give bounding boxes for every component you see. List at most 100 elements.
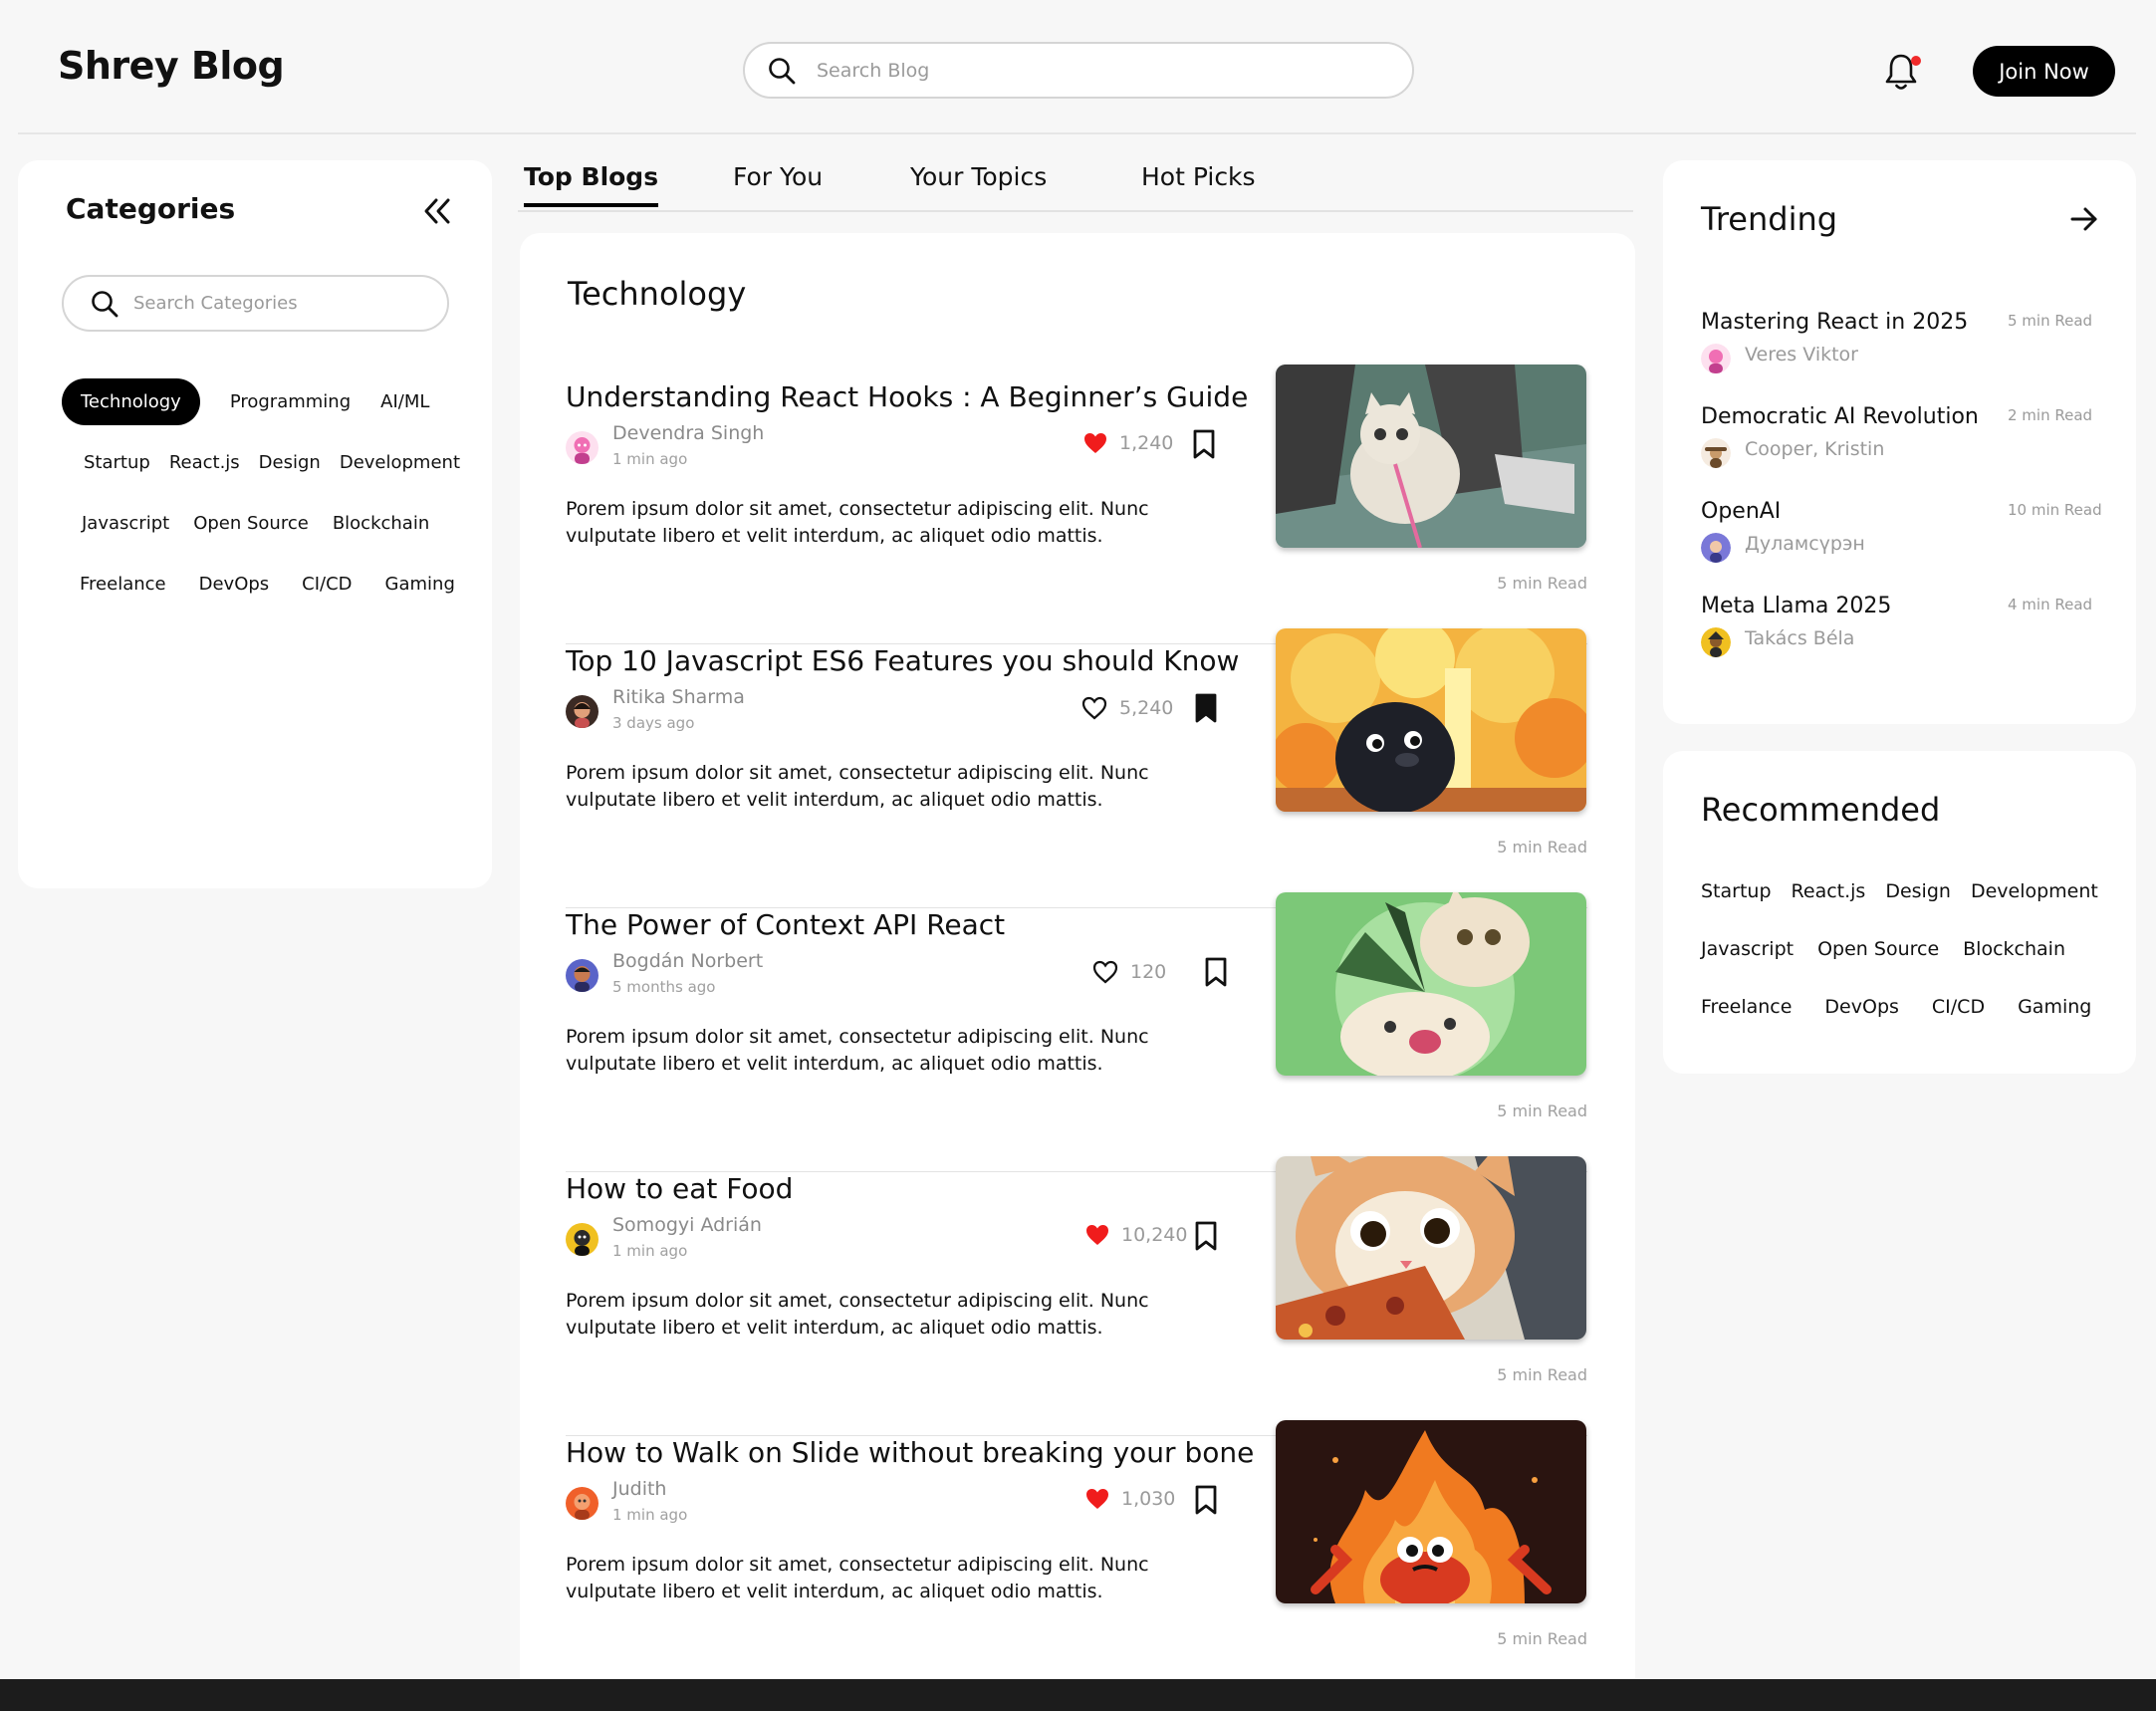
trending-item-title[interactable]: OpenAI bbox=[1701, 499, 1781, 524]
notifications-button[interactable] bbox=[1883, 52, 1923, 96]
post-thumbnail[interactable] bbox=[1276, 365, 1586, 548]
tab-top-blogs[interactable]: Top Blogs bbox=[524, 162, 659, 207]
tab-hot-picks[interactable]: Hot Picks bbox=[1141, 162, 1256, 191]
post-title[interactable]: How to Walk on Slide without breaking yo… bbox=[566, 1436, 1254, 1469]
trending-item-title[interactable]: Mastering React in 2025 bbox=[1701, 310, 1968, 335]
post-time: 1 min ago bbox=[612, 1242, 688, 1260]
trending-author[interactable]: Takács Béla bbox=[1745, 627, 1854, 649]
trending-item[interactable]: Mastering React in 2025 5 min Read Veres… bbox=[1701, 310, 2109, 379]
like-button[interactable]: 1,240 bbox=[1083, 432, 1173, 454]
trending-item[interactable]: Meta Llama 2025 4 min Read Takács Béla bbox=[1701, 594, 2109, 663]
brand-logo[interactable]: Shrey Blog bbox=[58, 44, 285, 88]
post-excerpt: Porem ipsum dolor sit amet, consectetur … bbox=[566, 1026, 1149, 1075]
footer-bar bbox=[0, 1679, 2156, 1711]
blog-post-card[interactable]: How to eat Food Somogyi Adrián 1 min ago… bbox=[566, 1156, 1587, 1436]
recommended-chip-design[interactable]: Design bbox=[1885, 880, 1951, 902]
bookmark-icon[interactable] bbox=[1203, 956, 1229, 988]
recommended-chip-reactjs[interactable]: React.js bbox=[1792, 880, 1866, 902]
category-search-bar[interactable] bbox=[62, 275, 449, 332]
post-excerpt: Porem ipsum dolor sit amet, consectetur … bbox=[566, 1290, 1149, 1339]
post-author[interactable]: Somogyi Adrián bbox=[612, 1214, 762, 1236]
recommended-chip-freelance[interactable]: Freelance bbox=[1701, 996, 1792, 1018]
category-chip-blockchain[interactable]: Blockchain bbox=[333, 513, 429, 534]
trending-author[interactable]: Veres Viktor bbox=[1745, 344, 1858, 366]
blog-post-card[interactable]: How to Walk on Slide without breaking yo… bbox=[566, 1420, 1587, 1700]
search-icon bbox=[92, 290, 119, 317]
tab-for-you[interactable]: For You bbox=[733, 162, 823, 191]
trending-item[interactable]: OpenAI 10 min Read Дуламсүрэн bbox=[1701, 499, 2109, 569]
trending-read-time: 5 min Read bbox=[2008, 312, 2093, 330]
like-count: 1,240 bbox=[1119, 432, 1174, 454]
search-input[interactable] bbox=[817, 59, 1374, 82]
category-chip-ci-cd[interactable]: CI/CD bbox=[302, 574, 352, 595]
categories-panel: Categories Technology Programming AI/ML … bbox=[18, 160, 492, 888]
trending-item[interactable]: Democratic AI Revolution 2 min Read Coop… bbox=[1701, 404, 2109, 474]
bookmark-icon[interactable] bbox=[1193, 1220, 1219, 1252]
recommended-chip-open-source[interactable]: Open Source bbox=[1817, 938, 1939, 960]
post-title[interactable]: Understanding React Hooks : A Beginner’s… bbox=[566, 380, 1248, 413]
post-author[interactable]: Bogdán Norbert bbox=[612, 950, 763, 972]
like-button[interactable]: 5,240 bbox=[1081, 696, 1173, 720]
recommended-chip-javascript[interactable]: Javascript bbox=[1701, 938, 1794, 960]
category-chip-ai-ml[interactable]: AI/ML bbox=[380, 391, 429, 412]
post-thumbnail[interactable] bbox=[1276, 1420, 1586, 1603]
trending-item-title[interactable]: Democratic AI Revolution bbox=[1701, 404, 1979, 429]
trending-item-title[interactable]: Meta Llama 2025 bbox=[1701, 594, 1891, 618]
like-button[interactable]: 1,030 bbox=[1085, 1488, 1175, 1510]
post-author[interactable]: Ritika Sharma bbox=[612, 686, 745, 708]
category-chip-programming[interactable]: Programming bbox=[230, 391, 351, 412]
like-button[interactable]: 120 bbox=[1092, 960, 1166, 984]
post-title[interactable]: Top 10 Javascript ES6 Features you shoul… bbox=[566, 644, 1239, 677]
recommended-chip-startup[interactable]: Startup bbox=[1701, 880, 1772, 902]
category-chip-technology[interactable]: Technology bbox=[62, 378, 200, 425]
blog-post-card[interactable]: Top 10 Javascript ES6 Features you shoul… bbox=[566, 628, 1587, 908]
arrow-right-icon[interactable] bbox=[2069, 204, 2099, 234]
join-now-button[interactable]: Join Now bbox=[1973, 46, 2115, 97]
category-chip-open-source[interactable]: Open Source bbox=[193, 513, 309, 534]
feed-panel: Technology Understanding React Hooks : A… bbox=[520, 233, 1635, 1711]
category-chip-development[interactable]: Development bbox=[340, 452, 460, 473]
bookmark-icon[interactable] bbox=[1193, 1484, 1219, 1516]
recommended-chip-devops[interactable]: DevOps bbox=[1824, 996, 1898, 1018]
post-title[interactable]: The Power of Context API React bbox=[566, 908, 1005, 941]
category-chip-javascript[interactable]: Javascript bbox=[82, 513, 169, 534]
post-thumbnail[interactable] bbox=[1276, 628, 1586, 812]
trending-read-time: 2 min Read bbox=[2008, 406, 2093, 424]
recommended-chip-development[interactable]: Development bbox=[1971, 880, 2098, 902]
category-chip-gaming[interactable]: Gaming bbox=[385, 574, 455, 595]
post-title[interactable]: How to eat Food bbox=[566, 1172, 793, 1205]
blog-post-card[interactable]: Understanding React Hooks : A Beginner’s… bbox=[566, 365, 1587, 644]
trending-author[interactable]: Дуламсүрэн bbox=[1745, 533, 1865, 555]
category-chip-reactjs[interactable]: React.js bbox=[169, 452, 240, 473]
recommended-chip-gaming[interactable]: Gaming bbox=[2018, 996, 2091, 1018]
trending-author-avatar bbox=[1701, 533, 1731, 563]
blog-search-bar[interactable] bbox=[743, 42, 1414, 99]
recommended-chip-ci-cd[interactable]: CI/CD bbox=[1932, 996, 1985, 1018]
cat-street-illustration bbox=[1276, 365, 1586, 548]
post-author[interactable]: Devendra Singh bbox=[612, 422, 764, 444]
post-thumbnail[interactable] bbox=[1276, 892, 1586, 1076]
post-author[interactable]: Judith bbox=[612, 1478, 666, 1500]
bookmark-icon[interactable] bbox=[1191, 428, 1217, 460]
tab-your-topics[interactable]: Your Topics bbox=[910, 162, 1047, 191]
author-avatar bbox=[566, 959, 599, 992]
blog-post-card[interactable]: The Power of Context API React Bogdán No… bbox=[566, 892, 1587, 1172]
post-thumbnail[interactable] bbox=[1276, 1156, 1586, 1340]
author-avatar bbox=[566, 1223, 599, 1256]
recommended-chip-blockchain[interactable]: Blockchain bbox=[1963, 938, 2065, 960]
search-icon bbox=[769, 57, 796, 84]
collapse-chevrons-icon[interactable] bbox=[420, 196, 456, 226]
recommended-chips: Startup React.js Design Development Java… bbox=[1701, 862, 2119, 1036]
bookmark-filled-icon[interactable] bbox=[1193, 692, 1219, 724]
heart-filled-icon bbox=[1086, 1225, 1108, 1245]
like-button[interactable]: 10,240 bbox=[1085, 1224, 1187, 1246]
category-chip-design[interactable]: Design bbox=[259, 452, 321, 473]
notification-dot bbox=[1911, 56, 1921, 66]
category-search-input[interactable] bbox=[133, 293, 432, 314]
post-time: 3 days ago bbox=[612, 714, 695, 732]
heart-outline-icon bbox=[1092, 960, 1118, 984]
trending-author[interactable]: Cooper, Kristin bbox=[1745, 438, 1884, 460]
category-chip-devops[interactable]: DevOps bbox=[199, 574, 270, 595]
category-chip-freelance[interactable]: Freelance bbox=[80, 574, 166, 595]
category-chip-startup[interactable]: Startup bbox=[84, 452, 150, 473]
